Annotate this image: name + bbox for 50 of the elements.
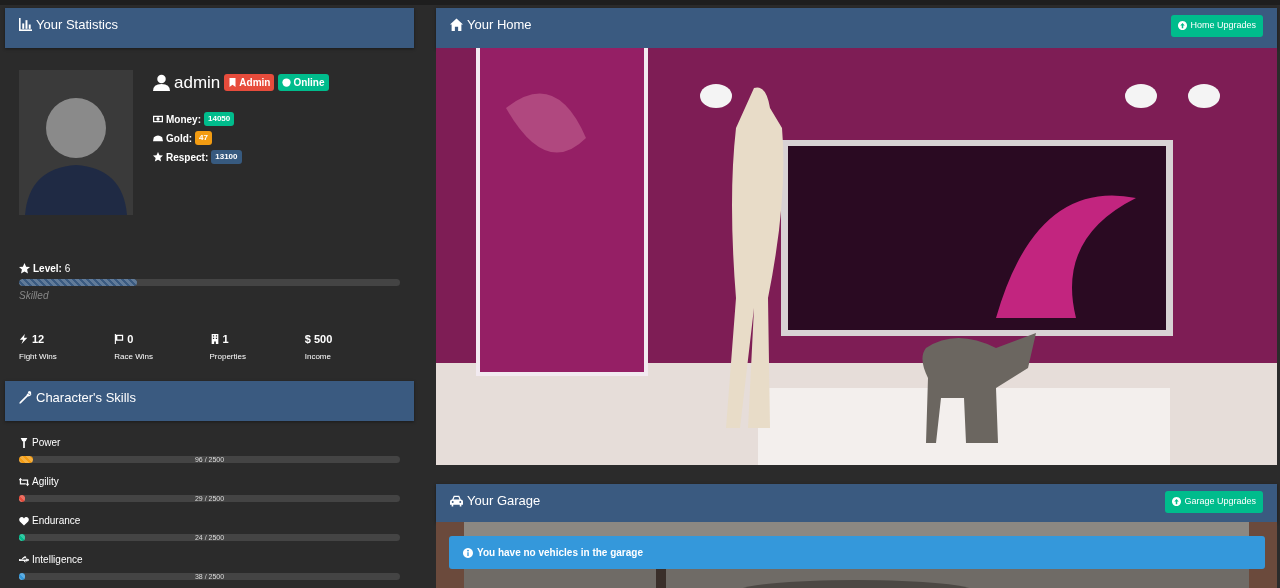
info-icon xyxy=(463,547,473,558)
bowl-icon xyxy=(153,133,163,143)
counter-label: Race Wins xyxy=(114,350,154,363)
skill-name: Endurance xyxy=(32,514,81,528)
resource-value: 14050 xyxy=(204,112,235,126)
panel-title: Your Home xyxy=(467,16,532,34)
resource-label: Respect: xyxy=(166,150,209,165)
panel-title: Your Garage xyxy=(467,492,541,510)
rank-label: Skilled xyxy=(19,289,50,303)
star-icon xyxy=(153,152,163,162)
cash-icon xyxy=(153,114,163,124)
skill-name: Intelligence xyxy=(32,553,83,567)
upload-icon xyxy=(1172,497,1182,507)
username: admin xyxy=(174,72,221,94)
level-text: Level: 6 xyxy=(33,262,71,276)
skill-name: Agility xyxy=(32,475,59,489)
circle-icon xyxy=(282,78,292,88)
bookmark-icon xyxy=(228,78,238,88)
usb-icon xyxy=(19,554,29,565)
role-badge: Admin xyxy=(224,74,275,92)
resource-label: Gold: xyxy=(166,131,193,146)
resource-label: Money: xyxy=(166,112,201,127)
lightning-icon xyxy=(19,334,29,345)
upload-icon xyxy=(1178,21,1188,31)
star-icon xyxy=(19,263,30,274)
flag-icon xyxy=(114,334,125,345)
car-icon xyxy=(450,494,463,508)
building-icon xyxy=(209,334,220,345)
no-vehicles-alert: You have no vehicles in the garage xyxy=(449,536,1265,569)
garage-upgrades-button[interactable]: Garage Upgrades xyxy=(1165,491,1263,513)
status-badge: Online xyxy=(278,74,329,92)
resource-value: 13100 xyxy=(211,150,242,164)
user-icon xyxy=(153,74,170,92)
counter-value: 0 xyxy=(127,332,134,347)
counter-label: Income xyxy=(304,350,332,363)
counter-value: $ 500 xyxy=(304,332,333,347)
home-upgrades-button[interactable]: Home Upgrades xyxy=(1171,15,1263,37)
panel-title: Your Statistics xyxy=(36,16,118,34)
counter-value: 1 xyxy=(222,332,229,347)
counter-label: Properties xyxy=(209,350,247,363)
skill-name: Power xyxy=(32,436,61,450)
counter-label: Fight Wins xyxy=(19,350,58,363)
heart-icon xyxy=(19,515,29,526)
panel-title: Character's Skills xyxy=(36,389,136,407)
resource-value: 47 xyxy=(195,131,212,145)
counter-value: 12 xyxy=(32,332,45,347)
bar-chart-icon xyxy=(19,18,32,32)
torch-icon xyxy=(19,437,29,448)
arrows-icon xyxy=(19,476,29,487)
home-icon xyxy=(450,18,463,32)
